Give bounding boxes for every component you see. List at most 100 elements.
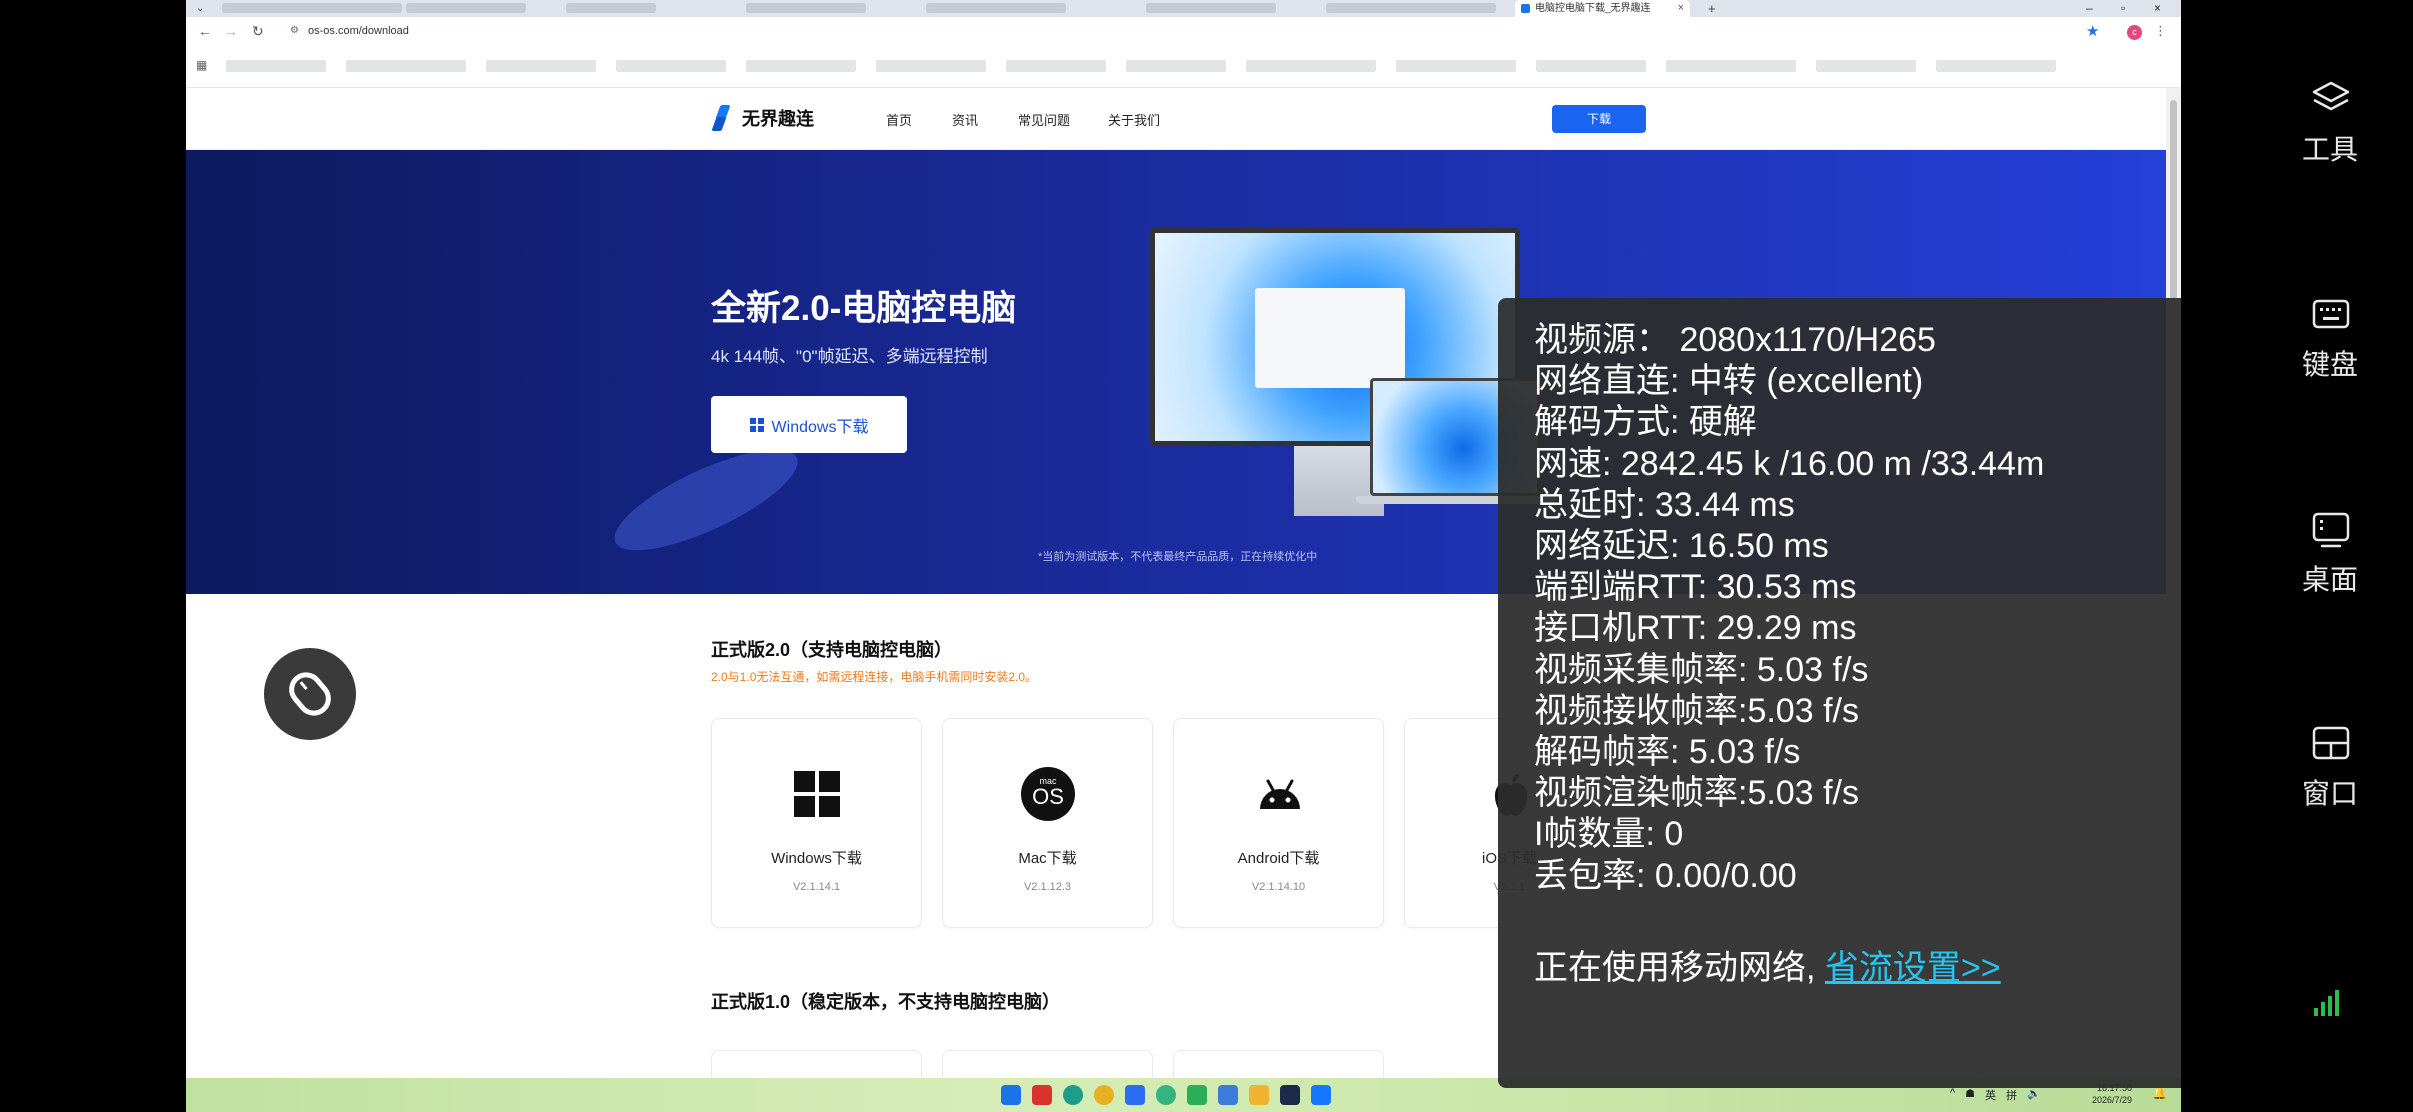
input-method[interactable]: 拼	[2006, 1087, 2017, 1103]
hero-windows-download-button[interactable]: Windows下载	[711, 396, 907, 453]
download-card-android[interactable]: Android下载 V2.1.14.10	[1173, 718, 1384, 928]
edge-icon[interactable]	[1063, 1085, 1083, 1105]
card-version: V2.1.12.3	[1023, 881, 1072, 893]
chrome-icon[interactable]	[1094, 1085, 1114, 1105]
scrollbar-thumb[interactable]	[2170, 100, 2177, 300]
taskbar-apps	[1001, 1085, 1331, 1105]
browser-tab[interactable]	[926, 3, 1066, 13]
browser-tab[interactable]	[406, 3, 526, 13]
clock-date: 2026/7/29	[2092, 1095, 2133, 1105]
nav-home[interactable]: 首页	[886, 110, 912, 129]
data-saving-settings-link[interactable]: 省流设置>>	[1825, 949, 2001, 987]
download-card-v1[interactable]	[711, 1050, 922, 1078]
bookmark-item[interactable]	[616, 60, 726, 72]
mouse-icon	[282, 665, 338, 723]
stat-capture-fps: 视频采集帧率: 5.03 f/s	[1534, 650, 1869, 689]
back-icon[interactable]: ←	[198, 23, 212, 39]
windows-icon	[749, 417, 764, 432]
tab-close-icon[interactable]: ×	[1678, 0, 1684, 17]
bookmark-star-icon[interactable]: ★	[2086, 22, 2099, 40]
photoshop-icon[interactable]	[1280, 1085, 1300, 1105]
bookmark-item[interactable]	[746, 60, 856, 72]
url-field[interactable]: os-os.com/download	[308, 25, 409, 37]
site-info-icon[interactable]: ⚙	[290, 25, 299, 36]
bookmark-item[interactable]	[876, 60, 986, 72]
browser-tab[interactable]	[1326, 3, 1496, 13]
app-icon[interactable]	[1125, 1085, 1145, 1105]
bookmark-item[interactable]	[1246, 60, 1376, 72]
bookmark-item[interactable]	[1666, 60, 1796, 72]
bookmark-item[interactable]	[1816, 60, 1916, 72]
toolbar-keyboard-button[interactable]: 键盘	[2290, 283, 2370, 383]
download-card-mac[interactable]: mac OS Mac下载 V2.1.12.3	[942, 718, 1153, 928]
file-explorer-icon[interactable]	[1249, 1085, 1269, 1105]
download-card-v1[interactable]	[942, 1050, 1153, 1078]
site-logo[interactable]: 无界趣连	[712, 103, 814, 133]
mobile-network-notice: 正在使用移动网络, 省流设置>>	[1534, 940, 2181, 989]
window-restore-icon[interactable]: ▫	[2121, 0, 2125, 17]
toolbar-tools-button[interactable]: 工具	[2290, 68, 2370, 168]
download-card-windows[interactable]: Windows下载 V2.1.14.1	[711, 718, 922, 928]
browser-tab[interactable]	[222, 3, 402, 13]
download-card-v1[interactable]	[1173, 1050, 1384, 1078]
address-bar-row: ← → ↻ ⚙ os-os.com/download ★ c ⋮	[186, 17, 2181, 46]
toolbar-desktop-button[interactable]: 桌面	[2290, 498, 2370, 598]
header-download-button[interactable]: 下载	[1552, 105, 1646, 133]
toolbar-window-label: 窗口	[2301, 778, 2358, 809]
toolbar-window-button[interactable]: 窗口	[2290, 712, 2370, 812]
input-language[interactable]: 英	[1985, 1087, 1996, 1103]
browser-tab[interactable]	[566, 3, 656, 13]
browser-tab-active[interactable]: 电脑控电脑下载_无界趣连 ×	[1515, 0, 1690, 17]
browser-menu-icon[interactable]: ⋮	[2154, 23, 2167, 39]
window-minimize-icon[interactable]: –	[2086, 0, 2093, 17]
bookmark-item[interactable]	[486, 60, 596, 72]
nav-news[interactable]: 资讯	[952, 110, 978, 129]
bookmark-item[interactable]	[346, 60, 466, 72]
bookmark-item[interactable]	[1006, 60, 1106, 72]
window-close-icon[interactable]: ×	[2154, 0, 2161, 17]
browser-tab[interactable]	[1146, 3, 1276, 13]
remote-app-icon[interactable]	[1311, 1085, 1331, 1105]
card-name: Android下载	[1237, 850, 1320, 867]
app-icon[interactable]	[1156, 1085, 1176, 1105]
mobile-network-text: 正在使用移动网络,	[1534, 948, 1825, 987]
hero-subtitle: 4k 144帧、"0"帧延迟、多端远程控制	[711, 347, 988, 366]
profile-avatar[interactable]: c	[2127, 25, 2142, 40]
volume-icon[interactable]: 🔈	[2027, 1087, 2041, 1103]
nav-faq[interactable]: 常见问题	[1018, 110, 1070, 129]
section-v2-title: 正式版2.0（支持电脑控电脑）	[711, 640, 953, 660]
wechat-icon[interactable]	[1187, 1085, 1207, 1105]
bookmark-item[interactable]	[1536, 60, 1646, 72]
mouse-mode-button[interactable]	[264, 648, 356, 740]
start-icon[interactable]	[1001, 1085, 1021, 1105]
wps-icon[interactable]	[1032, 1085, 1052, 1105]
bookmark-item[interactable]	[226, 60, 326, 72]
stat-iframe-count: I帧数量: 0	[1534, 815, 1684, 854]
stream-stats-panel: 视频源： 2080x1170/H265 网络直连: 中转 (excellent)…	[1498, 298, 2181, 1088]
tray-chevron-icon[interactable]: ^	[1950, 1087, 1955, 1103]
nav-about[interactable]: 关于我们	[1108, 110, 1160, 129]
tab-search-icon[interactable]: ⌄	[196, 0, 204, 17]
tray-app-icon[interactable]: ☗	[1965, 1087, 1975, 1103]
notification-bell-icon[interactable]: 🔔	[2152, 1086, 2167, 1100]
bookmark-item[interactable]	[1396, 60, 1516, 72]
card-name: Mac下载	[1018, 850, 1077, 867]
stat-video-source: 视频源： 2080x1170/H265	[1534, 321, 1936, 359]
hero-note: *当前为测试版本，不代表最终产品品质，正在持续优化中	[1038, 551, 1318, 563]
bookmark-item[interactable]	[1936, 60, 2056, 72]
apps-grid-icon[interactable]: ▦	[196, 58, 207, 72]
site-favicon-icon	[1521, 4, 1530, 13]
card-version: V2.1.14.1	[792, 881, 841, 893]
logo-icon	[712, 103, 734, 133]
layers-icon	[2312, 81, 2350, 111]
section-v1-title: 正式版1.0（稳定版本，不支持电脑控电脑）	[711, 992, 1061, 1012]
browser-tab[interactable]	[746, 3, 866, 13]
bookmark-item[interactable]	[1126, 60, 1226, 72]
app-icon[interactable]	[1218, 1085, 1238, 1105]
window-layout-icon	[2312, 726, 2350, 760]
stat-connection: 网络直连: 中转 (excellent)	[1534, 362, 1924, 401]
reload-icon[interactable]: ↻	[252, 23, 264, 40]
new-tab-icon[interactable]: +	[1708, 0, 1716, 17]
forward-icon[interactable]: →	[224, 23, 238, 39]
stat-speed: 网速: 2842.45 k /16.00 m /33.44m	[1534, 444, 2045, 483]
